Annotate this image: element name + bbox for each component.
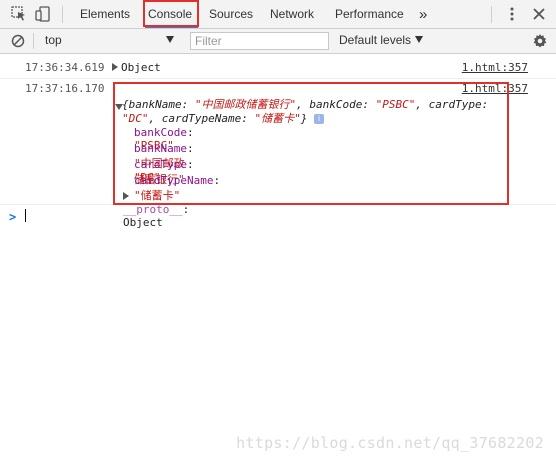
clear-console-icon[interactable] xyxy=(11,34,25,48)
toolbar-divider xyxy=(33,33,34,49)
chevron-down-icon[interactable] xyxy=(415,36,423,43)
chevron-down-icon[interactable] xyxy=(166,36,174,43)
object-label: Object xyxy=(121,61,161,74)
timestamp: 17:36:34.619 xyxy=(25,61,105,74)
object-highlight-box xyxy=(113,82,509,205)
log-object-collapsed[interactable]: Object xyxy=(112,61,161,74)
console-tab-highlight xyxy=(143,0,199,27)
devtools-tab-bar: Elements Console Sources Network Perform… xyxy=(0,0,556,29)
watermark: https://blog.csdn.net/qq_37682202 xyxy=(236,434,544,452)
log-levels-dropdown[interactable]: Default levels xyxy=(339,33,411,47)
source-link[interactable]: 1.html:357 xyxy=(462,61,528,74)
console-input-cursor[interactable] xyxy=(25,209,26,222)
expand-triangle-icon[interactable] xyxy=(112,63,118,71)
device-toolbar-icon[interactable] xyxy=(35,6,51,22)
console-prompt: > xyxy=(9,210,17,224)
console-toolbar: top Filter Default levels xyxy=(0,29,556,54)
more-tabs-button[interactable]: » xyxy=(419,0,427,29)
tab-network[interactable]: Network xyxy=(270,0,314,29)
inspect-element-icon[interactable] xyxy=(11,6,27,22)
close-icon[interactable] xyxy=(531,6,547,22)
tab-sources[interactable]: Sources xyxy=(209,0,253,29)
context-selector[interactable]: top xyxy=(45,33,62,47)
toolbar-divider xyxy=(62,6,63,23)
tab-elements[interactable]: Elements xyxy=(80,0,130,29)
filter-input[interactable]: Filter xyxy=(190,32,329,50)
console-message-row: 17:36:34.619 Object 1.html:357 xyxy=(0,55,556,79)
toolbar-divider xyxy=(491,6,492,23)
timestamp: 17:37:16.170 xyxy=(25,82,105,95)
tab-performance[interactable]: Performance xyxy=(335,0,404,29)
kebab-menu-icon[interactable] xyxy=(504,6,520,22)
gear-icon[interactable] xyxy=(532,33,548,49)
